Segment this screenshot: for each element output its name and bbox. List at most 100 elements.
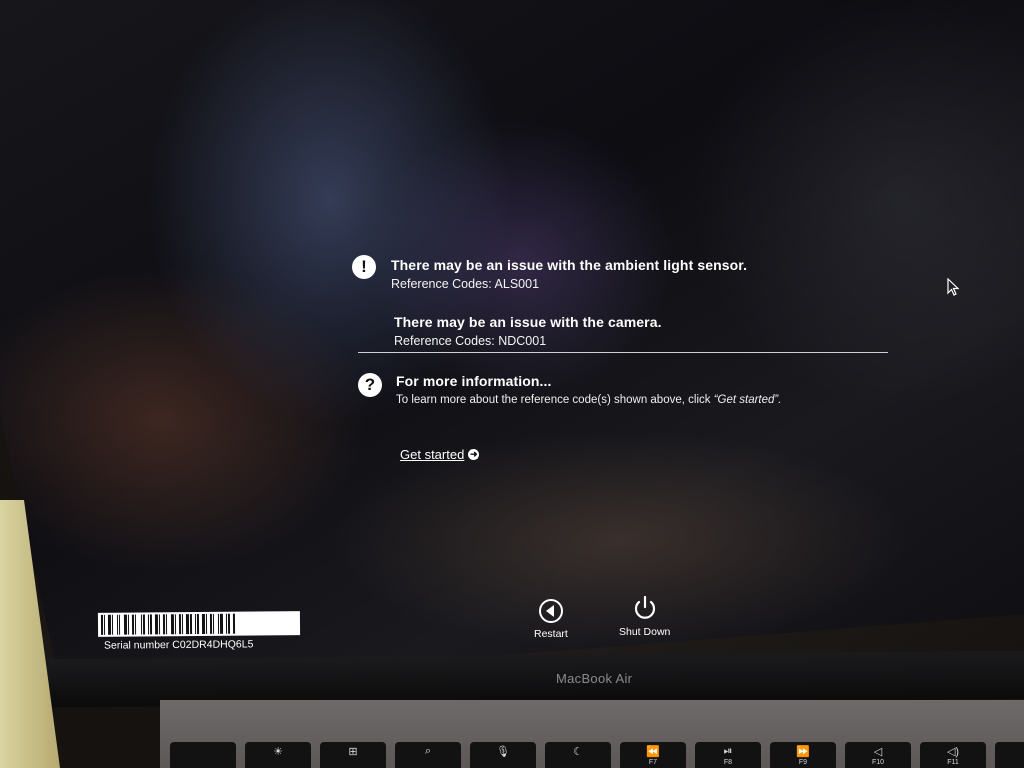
keyboard-key[interactable]: 🎙 [470, 742, 536, 768]
barcode-bar [140, 614, 143, 635]
barcode-bar [167, 614, 171, 635]
keyboard-key[interactable]: ⏩ F9 [770, 742, 836, 768]
barcode-bar [196, 614, 200, 635]
key-glyph: ☀ [273, 746, 283, 758]
keyboard-key[interactable]: ◁) F11 [920, 742, 986, 768]
key-function-label: F9 [798, 759, 808, 766]
barcode-bar [183, 614, 186, 635]
barcode-bar [111, 614, 114, 635]
barcode-bar [113, 614, 117, 635]
keyboard-key[interactable]: ⊞ [320, 742, 386, 768]
barcode-bar [232, 613, 236, 634]
barcode-bar [116, 614, 119, 635]
get-started-link[interactable]: Get started ➜ [400, 447, 480, 462]
barcode-bar [160, 614, 163, 635]
key-glyph: ☾ [573, 746, 583, 758]
barcode-bar [134, 614, 137, 635]
key-function-label: F7 [648, 759, 658, 766]
device-brand: MacBook Air [556, 671, 633, 686]
more-info-text: To learn more about the reference code(s… [396, 394, 714, 406]
barcode-bar [217, 613, 220, 634]
barcode-bar [178, 614, 182, 635]
key-glyph: ◁) [946, 746, 960, 758]
get-started-label: Get started [400, 447, 465, 462]
barcode-bar [185, 614, 190, 635]
barcode-bar [194, 614, 197, 635]
keyboard-key[interactable] [995, 742, 1024, 768]
key-function-label: F8 [723, 759, 733, 766]
key-function-label: F10 [871, 759, 885, 766]
keyboard-key[interactable]: ◁ F10 [845, 742, 911, 768]
barcode-bar [100, 614, 104, 635]
more-info-link-text: “Get started”. [713, 394, 782, 406]
divider [358, 352, 888, 353]
barcode-bar [199, 613, 202, 634]
barcode-bar [127, 614, 130, 635]
barcode-bar [103, 614, 106, 635]
barcode-bar [227, 613, 231, 634]
barcode-bar [214, 613, 218, 634]
barcode-bar [176, 614, 179, 635]
issue-title: There may be an issue with the camera. [394, 314, 662, 330]
key-glyph: ⏩ [796, 746, 810, 758]
barcode-bar [205, 613, 208, 634]
serial-barcode [97, 611, 301, 637]
barcode-bar [142, 614, 146, 635]
keyboard-key[interactable]: ⏯ F8 [695, 742, 761, 768]
barcode-bar [174, 614, 177, 635]
more-info-body: To learn more about the reference code(s… [396, 394, 781, 406]
exclamation-icon: ! [352, 255, 376, 279]
key-glyph: ⌕ [424, 745, 432, 757]
barcode-bar [154, 614, 159, 635]
barcode-bar [230, 613, 233, 634]
keyboard-key[interactable]: ☾ [545, 742, 611, 768]
issue-reference-code: Reference Codes: NDC001 [394, 334, 547, 348]
issue-reference-code: Reference Codes: ALS001 [391, 277, 540, 291]
barcode-bar [152, 614, 155, 635]
issue-camera: There may be an issue with the camera. R… [394, 314, 662, 348]
barcode-bar [107, 614, 112, 635]
restart-icon [538, 599, 563, 623]
key-function-label: F11 [947, 759, 959, 766]
key-glyph: ◁ [873, 746, 883, 758]
power-icon [634, 595, 655, 619]
more-info-section: For more information... To learn more ab… [396, 373, 781, 406]
barcode-bar [118, 614, 121, 635]
barcode-bar [189, 614, 193, 635]
keyboard-key[interactable]: ⏪ F7 [620, 742, 686, 768]
restart-button[interactable]: Restart [534, 598, 568, 640]
screen-bezel [40, 650, 1024, 708]
barcode-bar [162, 614, 166, 635]
photo-scene: ! There may be an issue with the ambient… [0, 0, 1024, 768]
shutdown-button[interactable]: Shut Down [619, 594, 670, 638]
restart-label: Restart [534, 628, 568, 640]
barcode-bar [105, 614, 108, 635]
barcode-bar [207, 613, 210, 634]
barcode-bar [201, 613, 206, 634]
keyboard-key[interactable]: ☀ [245, 742, 311, 768]
mouse-cursor-icon [947, 278, 960, 296]
barcode-bar [147, 614, 150, 635]
arrow-right-circle-icon: ➜ [468, 449, 480, 460]
keyboard-key[interactable]: ⌕ [395, 742, 461, 768]
more-info-title: For more information... [396, 373, 552, 389]
barcode-bar [145, 614, 148, 635]
keyboard-key[interactable] [170, 742, 236, 768]
barcode-bar [149, 614, 153, 635]
barcode-bar [120, 614, 124, 635]
barcode-bar [131, 614, 135, 635]
barcode-bar [136, 614, 141, 635]
barcode-bar [158, 614, 161, 635]
barcode-bar [170, 614, 175, 635]
question-icon: ? [358, 373, 382, 397]
serial-number: Serial number C02DR4DHQ6L5 [103, 638, 254, 652]
issue-ambient-light: There may be an issue with the ambient l… [391, 257, 747, 291]
barcode-bar [212, 613, 215, 634]
barcode-bar [225, 613, 228, 634]
barcode-bar [223, 613, 226, 634]
barcode-bar [209, 613, 213, 634]
barcode-bar [219, 613, 224, 634]
barcode-bar [192, 614, 195, 635]
key-glyph: ⏯ [723, 745, 733, 757]
barcode-bar [165, 614, 168, 635]
